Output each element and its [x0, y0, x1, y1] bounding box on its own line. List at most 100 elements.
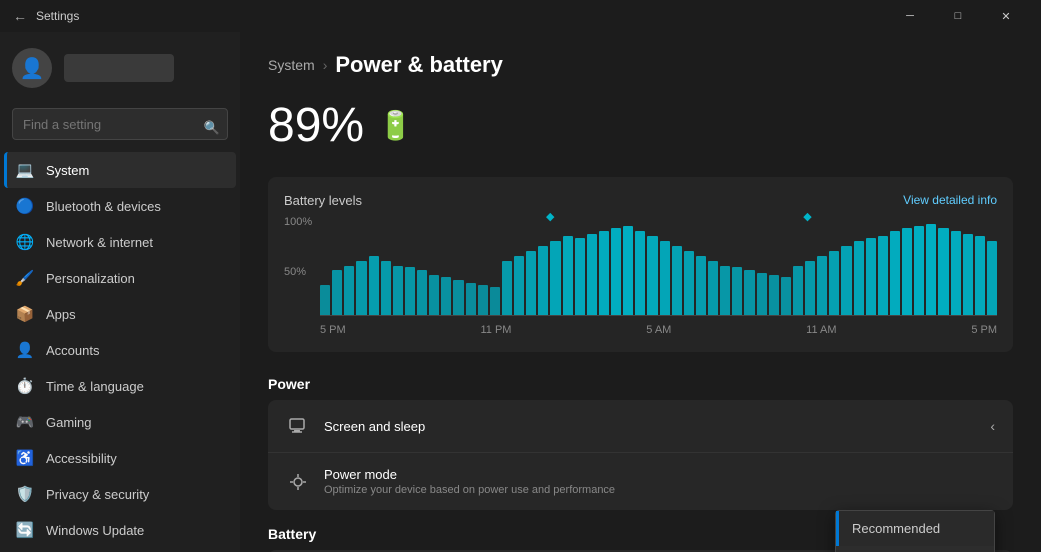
screen-sleep-title: Screen and sleep: [324, 419, 990, 434]
chart-bar: [866, 238, 876, 315]
search-icon: 🔍: [204, 120, 220, 136]
chart-bar: [635, 231, 645, 315]
chart-bar: [611, 228, 621, 315]
chart-bar: [890, 231, 900, 315]
chart-bar: [538, 246, 548, 315]
chart-bar: [466, 283, 476, 315]
chart-bar: [902, 228, 912, 315]
chart-bar: [684, 251, 694, 315]
power-mode-title: Power mode: [324, 467, 995, 482]
sidebar-item-accounts[interactable]: 👤 Accounts: [4, 332, 236, 368]
search-input[interactable]: [12, 108, 228, 140]
chart-bar: [623, 226, 633, 315]
sidebar-item-personalization[interactable]: 🖌️ Personalization: [4, 260, 236, 296]
chart-bar: [696, 256, 706, 315]
sidebar-item-update[interactable]: 🔄 Windows Update: [4, 512, 236, 548]
chart-bar: [732, 267, 742, 315]
sidebar-item-bluetooth[interactable]: 🔵 Bluetooth & devices: [4, 188, 236, 224]
window-controls: ─ □ ✕: [887, 0, 1029, 32]
sidebar-item-time[interactable]: ⏱️ Time & language: [4, 368, 236, 404]
chart-bar: [781, 277, 791, 315]
user-profile: 👤: [0, 32, 240, 104]
nav-icon-network: 🌐: [16, 233, 34, 251]
dropdown-recommended[interactable]: Recommended: [836, 511, 994, 546]
power-mode-icon: [286, 470, 310, 494]
nav-icon-accounts: 👤: [16, 341, 34, 359]
chart-bar: [672, 246, 682, 315]
chart-bar: [405, 267, 415, 315]
y-label-100: 100%: [284, 216, 320, 228]
sidebar-item-network[interactable]: 🌐 Network & internet: [4, 224, 236, 260]
screen-sleep-text: Screen and sleep: [324, 419, 990, 434]
search-container: 🔍: [0, 104, 240, 152]
chart-bar: [526, 251, 536, 315]
chart-bar: [587, 234, 597, 315]
nav-label-network: Network & internet: [46, 235, 153, 250]
nav-label-apps: Apps: [46, 307, 76, 322]
sidebar-item-apps[interactable]: 📦 Apps: [4, 296, 236, 332]
chart-bar: [817, 256, 827, 315]
chart-bar: [393, 266, 403, 316]
chart-bar: [550, 241, 560, 315]
nav-label-privacy: Privacy & security: [46, 487, 149, 502]
minimize-button[interactable]: ─: [887, 0, 933, 32]
chart-area: 100% 50% ◆ ◆ 5 PM 11 PM 5 AM 11 AM 5 PM: [284, 216, 997, 336]
power-mode-dropdown: Recommended Better performance Best perf…: [835, 510, 995, 552]
chart-bar: [793, 266, 803, 316]
chart-bar: [320, 285, 330, 315]
chart-bar: [381, 261, 391, 315]
view-detailed-link[interactable]: View detailed info: [903, 193, 997, 208]
sidebar-item-privacy[interactable]: 🛡️ Privacy & security: [4, 476, 236, 512]
power-section-label: Power: [268, 376, 1013, 392]
chart-bar: [744, 270, 754, 315]
breadcrumb-separator: ›: [323, 57, 328, 73]
chart-bar: [478, 285, 488, 315]
x-label-5am: 5 AM: [646, 324, 671, 336]
chart-bar: [926, 224, 936, 315]
nav-icon-privacy: 🛡️: [16, 485, 34, 503]
chart-bar: [514, 256, 524, 315]
chart-bar: [975, 236, 985, 315]
dropdown-better-performance[interactable]: Better performance: [836, 546, 994, 552]
title-bar: ← Settings ─ □ ✕: [0, 0, 1041, 32]
nav-label-accounts: Accounts: [46, 343, 99, 358]
chart-bar: [951, 231, 961, 315]
nav-list: 💻 System 🔵 Bluetooth & devices 🌐 Network…: [0, 152, 240, 548]
chart-bar: [660, 241, 670, 315]
battery-percentage: 89%: [268, 98, 364, 153]
power-mode-row[interactable]: Power mode Optimize your device based on…: [268, 453, 1013, 510]
chart-bar: [563, 236, 573, 315]
chart-bar: [914, 226, 924, 315]
x-label-11pm: 11 PM: [480, 324, 511, 336]
nav-label-accessibility: Accessibility: [46, 451, 117, 466]
app-body: 👤 🔍 💻 System 🔵 Bluetooth & devices 🌐 Net…: [0, 32, 1041, 552]
nav-label-personalization: Personalization: [46, 271, 135, 286]
nav-icon-gaming: 🎮: [16, 413, 34, 431]
chart-bar: [963, 234, 973, 315]
user-name-box: [64, 54, 174, 82]
maximize-button[interactable]: □: [935, 0, 981, 32]
x-label-5pm2: 5 PM: [971, 324, 997, 336]
chart-y-labels: 100% 50%: [284, 216, 320, 316]
sidebar-item-gaming[interactable]: 🎮 Gaming: [4, 404, 236, 440]
breadcrumb-parent[interactable]: System: [268, 57, 315, 73]
app-title: Settings: [36, 9, 879, 23]
nav-icon-time: ⏱️: [16, 377, 34, 395]
close-button[interactable]: ✕: [983, 0, 1029, 32]
screen-sleep-row[interactable]: Screen and sleep ‹: [268, 400, 1013, 453]
main-content: System › Power & battery 89% 🔋 Battery l…: [240, 32, 1041, 552]
sidebar-item-accessibility[interactable]: ♿ Accessibility: [4, 440, 236, 476]
screen-sleep-icon: [286, 414, 310, 438]
chart-bar: [356, 261, 366, 315]
back-button[interactable]: ←: [12, 8, 28, 24]
chart-bar: [841, 246, 851, 315]
breadcrumb: System › Power & battery: [268, 52, 1013, 78]
battery-chart-section: Battery levels View detailed info 100% 5…: [268, 177, 1013, 352]
sidebar-item-system[interactable]: 💻 System: [4, 152, 236, 188]
chart-bar: [757, 273, 767, 315]
nav-icon-system: 💻: [16, 161, 34, 179]
chart-x-labels: 5 PM 11 PM 5 AM 11 AM 5 PM: [320, 324, 997, 336]
chart-bar: [599, 231, 609, 315]
chart-bar: [575, 238, 585, 315]
chart-bar: [805, 261, 815, 315]
